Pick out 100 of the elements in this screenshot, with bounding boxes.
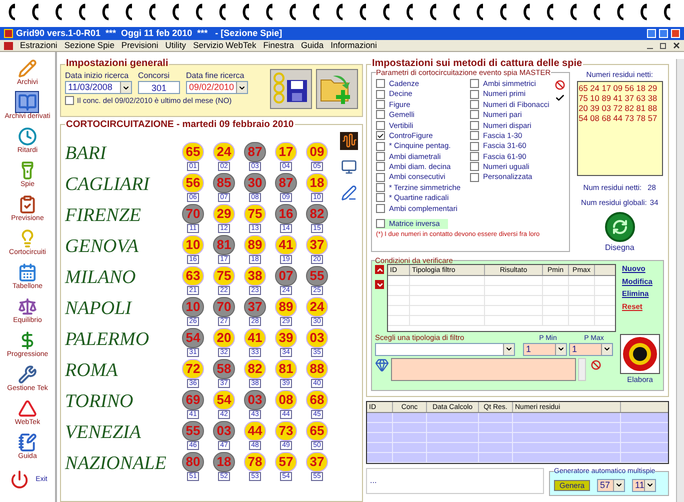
notebook-icon[interactable]: [16, 431, 40, 453]
number-bulb: 29: [213, 204, 235, 224]
city-name: ROMA: [65, 358, 119, 380]
number-bulb: 57: [275, 452, 297, 472]
menu-item[interactable]: Informazioni: [330, 41, 377, 50]
number-bulb: 81: [275, 358, 297, 378]
number-bulb: 89: [244, 234, 266, 254]
field-label: Data inizio ricerca: [65, 72, 130, 80]
number-bulb: 89: [275, 296, 297, 316]
save-button[interactable]: [270, 69, 312, 109]
checkbox[interactable]: [376, 219, 385, 228]
move-up-icon[interactable]: [375, 265, 384, 274]
checkbox[interactable]: [376, 120, 385, 130]
number-bulb: 55: [182, 420, 204, 440]
count-dropdown[interactable]: 11: [632, 478, 656, 492]
menu-item[interactable]: Guida: [300, 41, 324, 50]
checkbox[interactable]: [470, 100, 479, 109]
residual-numbers-line: 20 39 03 72 82 81 88: [578, 102, 658, 112]
draw-icon[interactable]: [604, 212, 635, 242]
menu-item[interactable]: Previsioni: [121, 41, 158, 50]
number-bulb: 37: [306, 452, 328, 472]
checkbox[interactable]: [376, 110, 385, 120]
checkbox[interactable]: [376, 79, 385, 88]
filter-dropdown[interactable]: [375, 342, 515, 356]
scrollbar[interactable]: [676, 59, 684, 502]
checkbox[interactable]: [470, 90, 479, 99]
menu-item[interactable]: Sezione Spie: [64, 41, 114, 50]
checkbox[interactable]: [376, 162, 385, 172]
number-bulb: 87: [244, 142, 266, 162]
city-name: GENOVA: [65, 234, 140, 256]
number-bulb: 03: [306, 328, 328, 348]
number-bulb: 75: [244, 204, 266, 224]
minimize-icon[interactable]: [647, 29, 656, 38]
pen-icon[interactable]: [340, 184, 358, 202]
number-bulb: 68: [306, 390, 328, 410]
number-bulb: 39: [275, 328, 297, 348]
checkbox[interactable]: [470, 131, 479, 140]
book-icon[interactable]: [15, 91, 40, 113]
checkbox[interactable]: [470, 110, 479, 120]
gem-icon[interactable]: [375, 358, 389, 372]
checkbox[interactable]: [65, 96, 74, 105]
checkbox[interactable]: [470, 142, 479, 151]
move-down-icon[interactable]: [375, 280, 384, 289]
number-bulb: 55: [306, 266, 328, 286]
pmin-dropdown[interactable]: 1: [523, 342, 567, 356]
number-bulb: 10: [182, 296, 204, 316]
menu-item[interactable]: Utility: [165, 41, 186, 50]
number-bulb: 73: [275, 420, 297, 440]
checkbox[interactable]: [470, 120, 479, 130]
checkbox[interactable]: [376, 142, 385, 151]
number-bulb: 63: [182, 266, 204, 286]
residual-numbers-line: 75 10 89 41 37 63 38: [578, 92, 658, 102]
checkbox[interactable]: [376, 193, 385, 202]
checkbox[interactable]: [470, 162, 479, 172]
close-icon[interactable]: [673, 42, 680, 49]
pmax-dropdown[interactable]: 1: [569, 342, 613, 356]
pencil-icon[interactable]: [16, 57, 40, 79]
monitor-icon[interactable]: [340, 158, 358, 176]
run-button[interactable]: [620, 334, 660, 374]
residual-numbers-area[interactable]: 65 24 17 09 56 18 29 75 10 89 41 37 63 38 20 39 03 72 82 81 88 54 08 68 44 73 78 57: [576, 80, 663, 176]
end-date-dropdown[interactable]: 09/02/2010: [186, 81, 248, 94]
city-name: NAZIONALE: [65, 452, 168, 472]
clock-icon[interactable]: [16, 125, 40, 147]
maximize-icon[interactable]: [659, 29, 668, 38]
menu-item[interactable]: Estrazioni: [20, 41, 58, 50]
checkbox[interactable]: [376, 204, 385, 213]
number-bulb: 16: [275, 204, 297, 224]
checkbox[interactable]: [376, 183, 385, 192]
panel-title: Impostazioni generali: [65, 59, 170, 69]
number-bulb: 70: [213, 296, 235, 316]
checkbox[interactable]: [376, 152, 385, 161]
count-dropdown[interactable]: 57: [597, 478, 625, 492]
check-icon[interactable]: [555, 92, 566, 102]
checkbox[interactable]: [470, 172, 479, 182]
number-bulb: 88: [306, 358, 328, 378]
city-name: CAGLIARI: [65, 172, 152, 194]
residual-numbers-line: 65 24 17 09 56 18 29: [578, 82, 658, 92]
restore-icon[interactable]: [660, 42, 666, 48]
waveform-icon[interactable]: [340, 132, 358, 150]
number-bulb: 10: [182, 234, 204, 254]
draw-label[interactable]: Disegna: [604, 244, 634, 252]
checkbox[interactable]: [376, 90, 385, 99]
checkbox[interactable]: [376, 131, 385, 140]
checkbox[interactable]: [470, 152, 479, 161]
checkbox[interactable]: [376, 172, 385, 182]
city-name: MILANO: [65, 266, 137, 286]
forbidden-icon[interactable]: [555, 80, 566, 90]
start-date-dropdown[interactable]: 11/03/2008: [65, 81, 132, 94]
menu-item[interactable]: Finestra: [263, 41, 294, 50]
field-label: Data fine ricerca: [186, 72, 246, 80]
number-bulb: 03: [244, 390, 266, 410]
menu-item[interactable]: Servizio WebTek: [193, 41, 256, 50]
number-bulb: 58: [213, 358, 235, 378]
checkbox[interactable]: [376, 100, 385, 109]
expression-field[interactable]: [391, 358, 576, 380]
count-field[interactable]: 301: [138, 81, 180, 94]
number-bulb: 54: [213, 390, 235, 410]
checkbox[interactable]: [470, 79, 479, 88]
city-name: VENEZIA: [65, 420, 142, 442]
forbidden-icon[interactable]: [591, 360, 601, 370]
